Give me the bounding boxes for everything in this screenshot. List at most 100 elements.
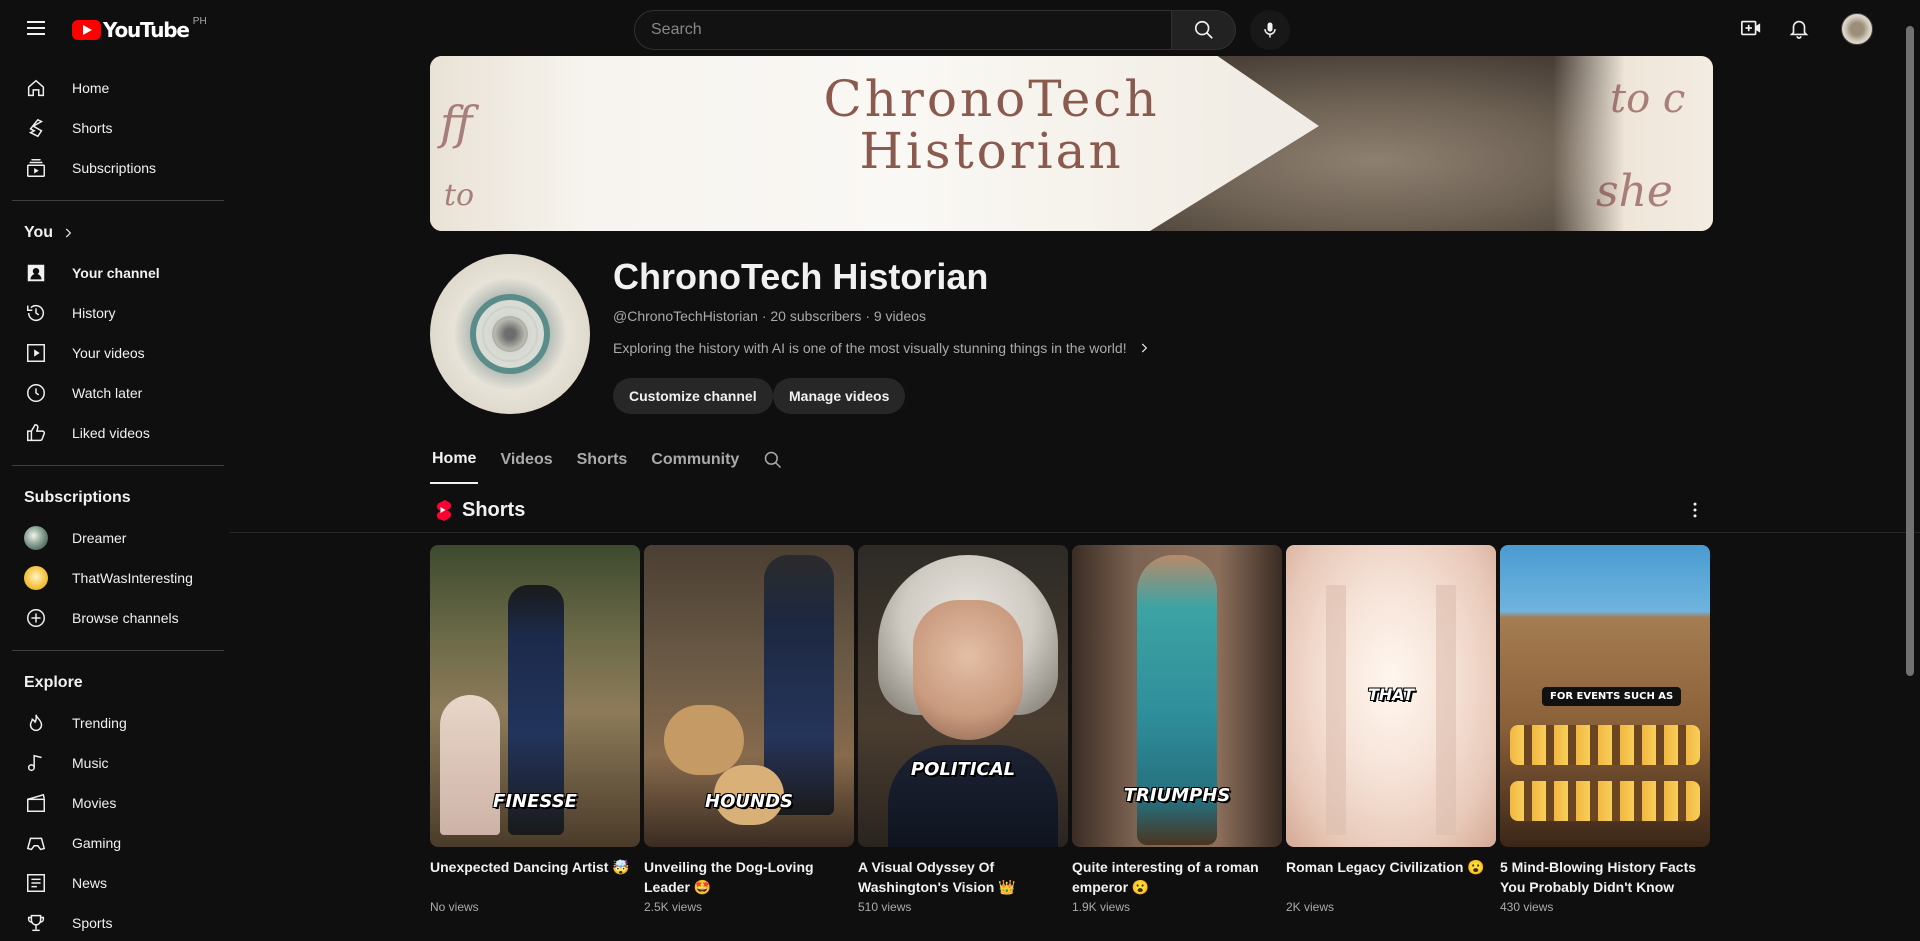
tab-community[interactable]: Community (639, 436, 751, 484)
sidebar-item-movies[interactable]: Movies (12, 783, 228, 823)
short-title[interactable]: A Visual Odyssey Of Washington's Vision … (858, 857, 1068, 897)
short-thumbnail[interactable]: HOUNDS (644, 545, 854, 847)
short-overlay-text: FOR EVENTS SUCH AS (1542, 687, 1682, 706)
menu-icon[interactable] (24, 16, 48, 40)
banner-title-line1: ChronoTech (823, 70, 1160, 128)
short-title[interactable]: Unexpected Dancing Artist 🤯 (430, 857, 640, 897)
customize-channel-button[interactable]: Customize channel (613, 378, 773, 414)
voice-search-button[interactable] (1250, 10, 1290, 50)
sidebar-item-your-videos[interactable]: Your videos (12, 333, 228, 373)
page-scrollbar[interactable] (1906, 26, 1914, 676)
account-avatar[interactable] (1841, 13, 1873, 45)
search-bar (634, 10, 1236, 50)
sidebar-item-label: Sports (72, 915, 113, 931)
bell-icon (1789, 20, 1809, 39)
trending-icon (24, 711, 48, 735)
short-item[interactable]: POLITICAL A Visual Odyssey Of Washington… (858, 545, 1068, 914)
shorts-row: FINESSE Unexpected Dancing Artist 🤯 No v… (430, 545, 1710, 914)
sidebar-item-dreamer[interactable]: Dreamer (12, 518, 228, 558)
thumb-figure (440, 695, 500, 835)
sidebar-item-subscriptions[interactable]: Subscriptions (12, 148, 228, 188)
short-title[interactable]: 5 Mind-Blowing History Facts You Probabl… (1500, 857, 1710, 897)
sidebar-item-history[interactable]: History (12, 293, 228, 333)
sidebar-item-gaming[interactable]: Gaming (12, 823, 228, 863)
notifications-button[interactable] (1787, 16, 1811, 40)
sidebar-item-trending[interactable]: Trending (12, 703, 228, 743)
short-thumbnail[interactable]: POLITICAL (858, 545, 1068, 847)
sidebar-item-label: Browse channels (72, 610, 179, 626)
short-item[interactable]: HOUNDS Unveiling the Dog-Loving Leader 🤩… (644, 545, 854, 914)
short-views: 430 views (1500, 900, 1554, 914)
sidebar-item-home[interactable]: Home (12, 68, 228, 108)
microphone-icon (1264, 22, 1276, 38)
more-options-button[interactable] (1683, 498, 1707, 522)
short-thumbnail[interactable]: FOR EVENTS SUCH AS (1500, 545, 1710, 847)
thumb-arches (1510, 781, 1700, 821)
manage-videos-button[interactable]: Manage videos (773, 378, 906, 414)
sidebar-item-liked-videos[interactable]: Liked videos (12, 413, 228, 453)
short-overlay-text: FINESSE (493, 791, 577, 812)
sidebar-item-music[interactable]: Music (12, 743, 228, 783)
thumb-face (913, 600, 1023, 740)
sidebar-item-watch-later[interactable]: Watch later (12, 373, 228, 413)
thumb-arches (1510, 725, 1700, 765)
channel-tabs: Home Videos Shorts Community (430, 436, 795, 484)
sidebar-item-browse-channels[interactable]: Browse channels (12, 598, 228, 638)
logo-text: YouTube (103, 18, 190, 42)
tab-shorts[interactable]: Shorts (565, 436, 640, 484)
channel-description[interactable]: Exploring the history with AI is one of … (613, 340, 1151, 356)
search-input[interactable] (634, 10, 1172, 50)
short-item[interactable]: TRIUMPHS Quite interesting of a roman em… (1072, 545, 1282, 914)
channel-name: ChronoTech Historian (613, 256, 989, 297)
sidebar-item-shorts[interactable]: Shorts (12, 108, 228, 148)
sidebar-you-heading[interactable]: You (0, 213, 240, 253)
short-title[interactable]: Roman Legacy Civilization 😮 (1286, 857, 1496, 897)
sidebar-item-label: Liked videos (72, 425, 150, 441)
sidebar-item-label: Your videos (72, 345, 145, 361)
short-overlay-text: TRIUMPHS (1123, 785, 1231, 806)
short-views: 2K views (1286, 900, 1335, 914)
youtube-logo[interactable]: YouTube PH (72, 15, 207, 42)
avatar (24, 566, 48, 590)
tab-videos[interactable]: Videos (488, 436, 564, 484)
short-item[interactable]: FINESSE Unexpected Dancing Artist 🤯 No v… (430, 545, 640, 914)
short-thumbnail[interactable]: THAT (1286, 545, 1496, 847)
trophy-icon (24, 911, 48, 935)
short-views: 2.5K views (644, 900, 703, 914)
short-item[interactable]: THAT Roman Legacy Civilization 😮 2K view… (1286, 545, 1496, 914)
sidebar-item-news[interactable]: News (12, 863, 228, 903)
sidebar-item-label: News (72, 875, 108, 891)
create-button[interactable] (1739, 16, 1763, 40)
top-bar: YouTube PH (0, 0, 1920, 56)
news-icon (24, 871, 48, 895)
sidebar-divider (12, 650, 224, 651)
short-overlay-text: HOUNDS (705, 791, 793, 812)
tab-home[interactable]: Home (430, 436, 479, 484)
short-thumbnail[interactable]: TRIUMPHS (1072, 545, 1282, 847)
short-title[interactable]: Unveiling the Dog-Loving Leader 🤩 (644, 857, 854, 897)
sidebar-item-thatwasinteresting[interactable]: ThatWasInteresting (12, 558, 228, 598)
sidebar-divider (12, 200, 224, 201)
search-button[interactable] (1172, 10, 1236, 50)
more-vertical-icon (1693, 502, 1697, 518)
sidebar-item-label: Subscriptions (72, 160, 157, 176)
channel-meta: @ChronoTechHistorian · 20 subscribers · … (613, 308, 927, 324)
short-title[interactable]: Quite interesting of a roman emperor 😮 (1072, 857, 1282, 897)
channel-avatar[interactable] (430, 254, 590, 414)
country-code: PH (192, 15, 207, 27)
home-icon (24, 76, 48, 100)
search-icon (765, 451, 782, 469)
channel-search-button[interactable] (751, 436, 795, 484)
your-channel-icon (24, 261, 48, 285)
sidebar-item-sports[interactable]: Sports (12, 903, 228, 941)
short-thumbnail[interactable]: FINESSE (430, 545, 640, 847)
sidebar-item-label: Music (72, 755, 109, 771)
shorts-shelf-title: Shorts (430, 498, 525, 522)
search-icon (1194, 20, 1213, 39)
short-item[interactable]: FOR EVENTS SUCH AS 5 Mind-Blowing Histor… (1500, 545, 1710, 914)
history-icon (24, 301, 48, 325)
sidebar-item-label: ThatWasInteresting (72, 570, 193, 586)
sidebar-item-your-channel[interactable]: Your channel (12, 253, 228, 293)
thatwasinteresting-avatar-wrap (24, 566, 48, 590)
short-views: 1.9K views (1072, 900, 1131, 914)
